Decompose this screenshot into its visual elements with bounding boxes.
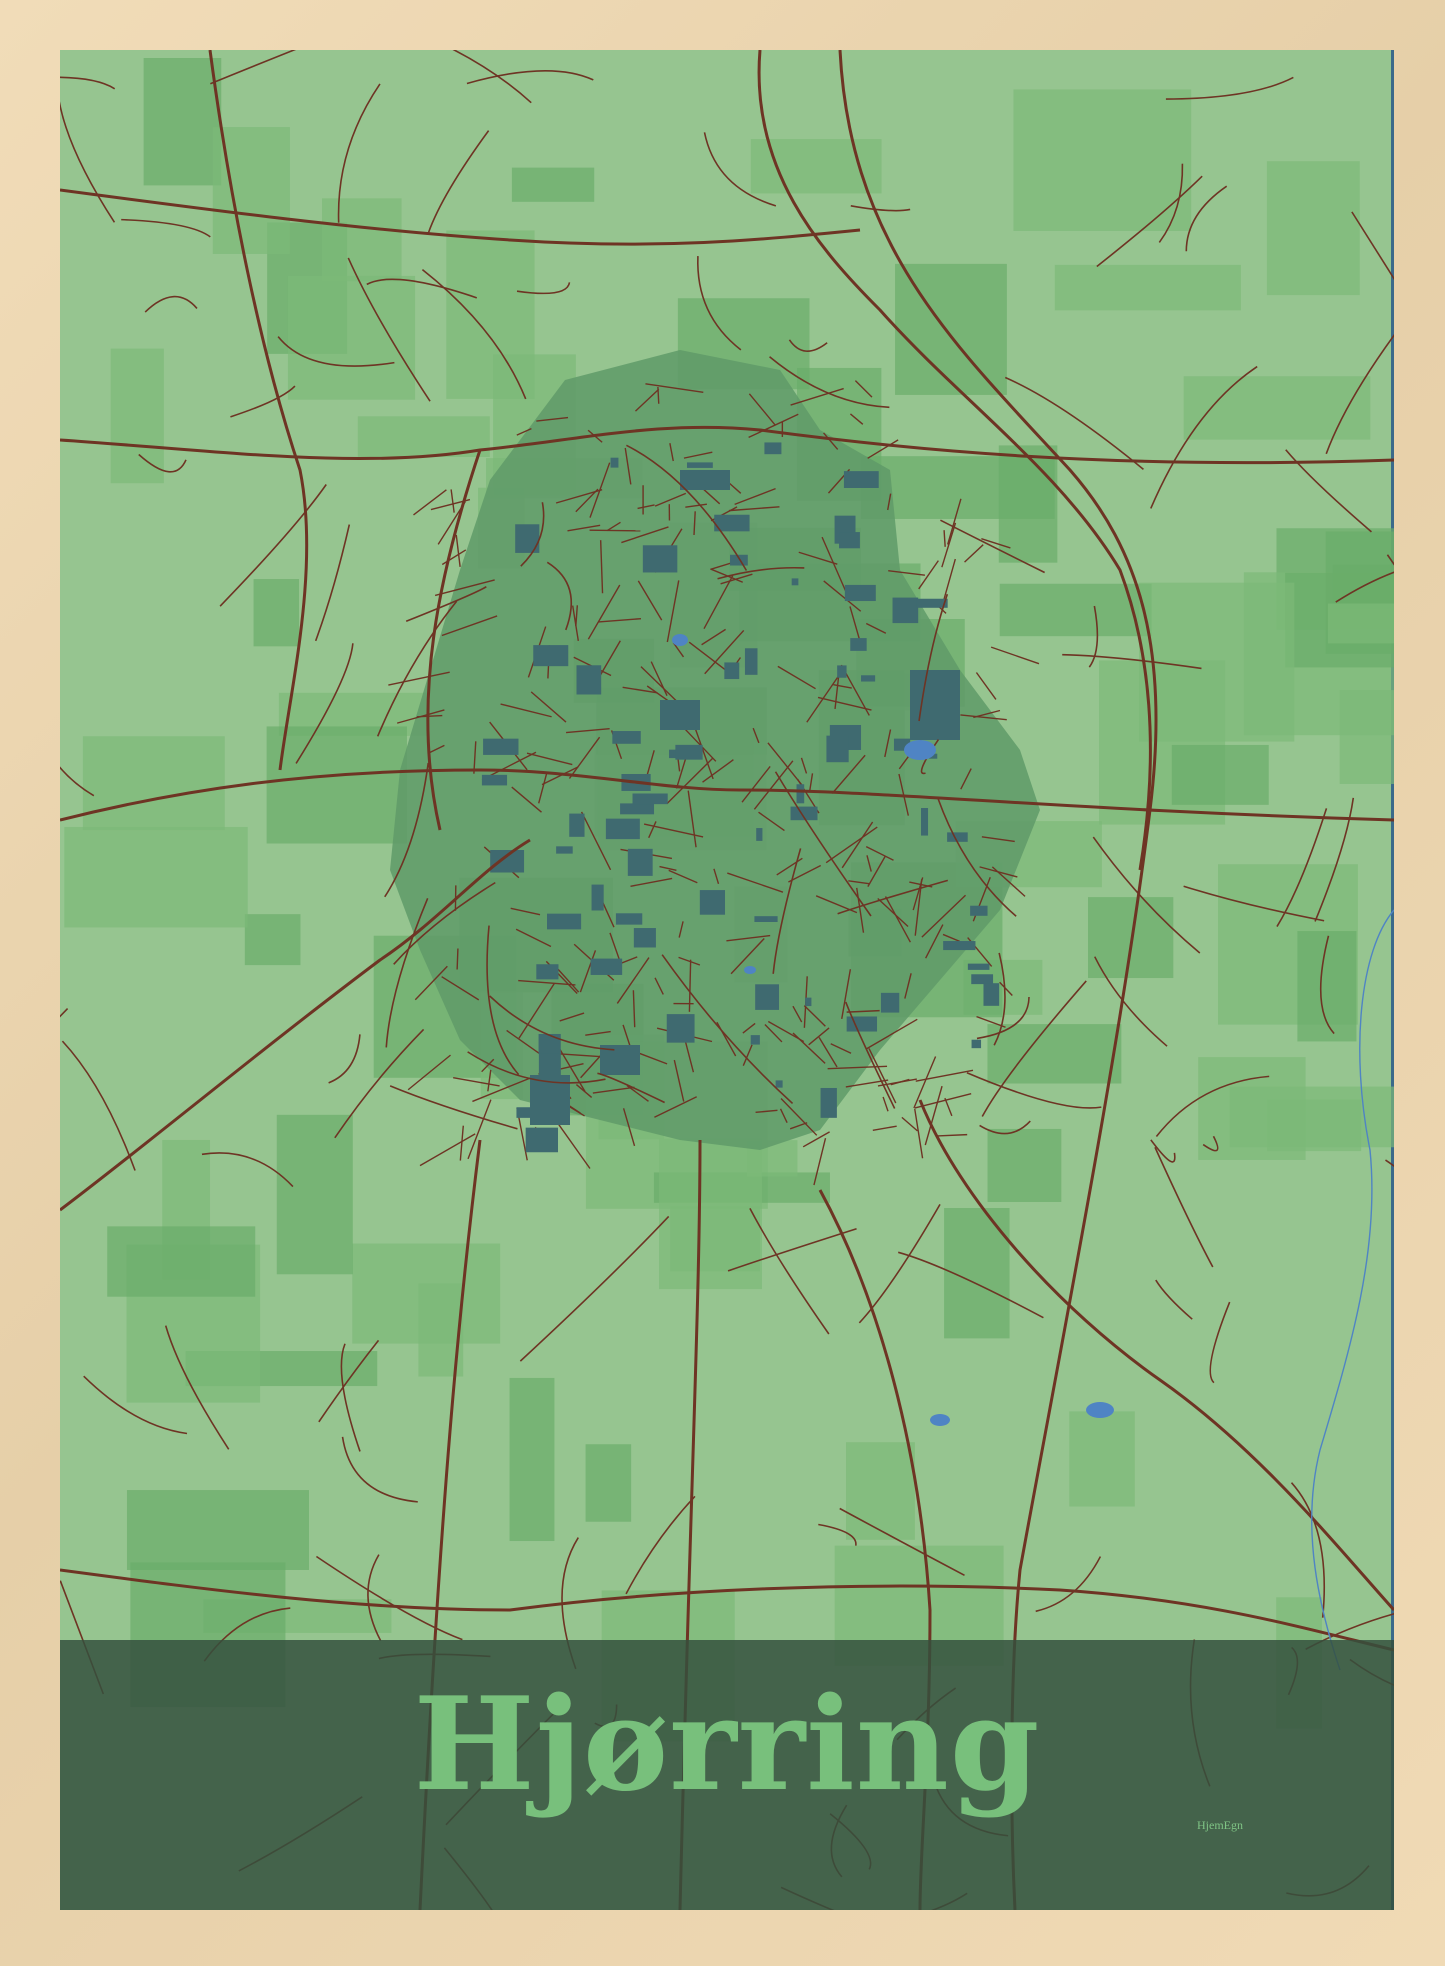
brand-logo: HjemEgn: [1197, 1818, 1243, 1832]
map-poster: Hjørring HjemEgn: [60, 50, 1394, 1910]
map-title: Hjørring: [413, 1670, 1041, 1820]
map-canvas: [60, 50, 1394, 1910]
